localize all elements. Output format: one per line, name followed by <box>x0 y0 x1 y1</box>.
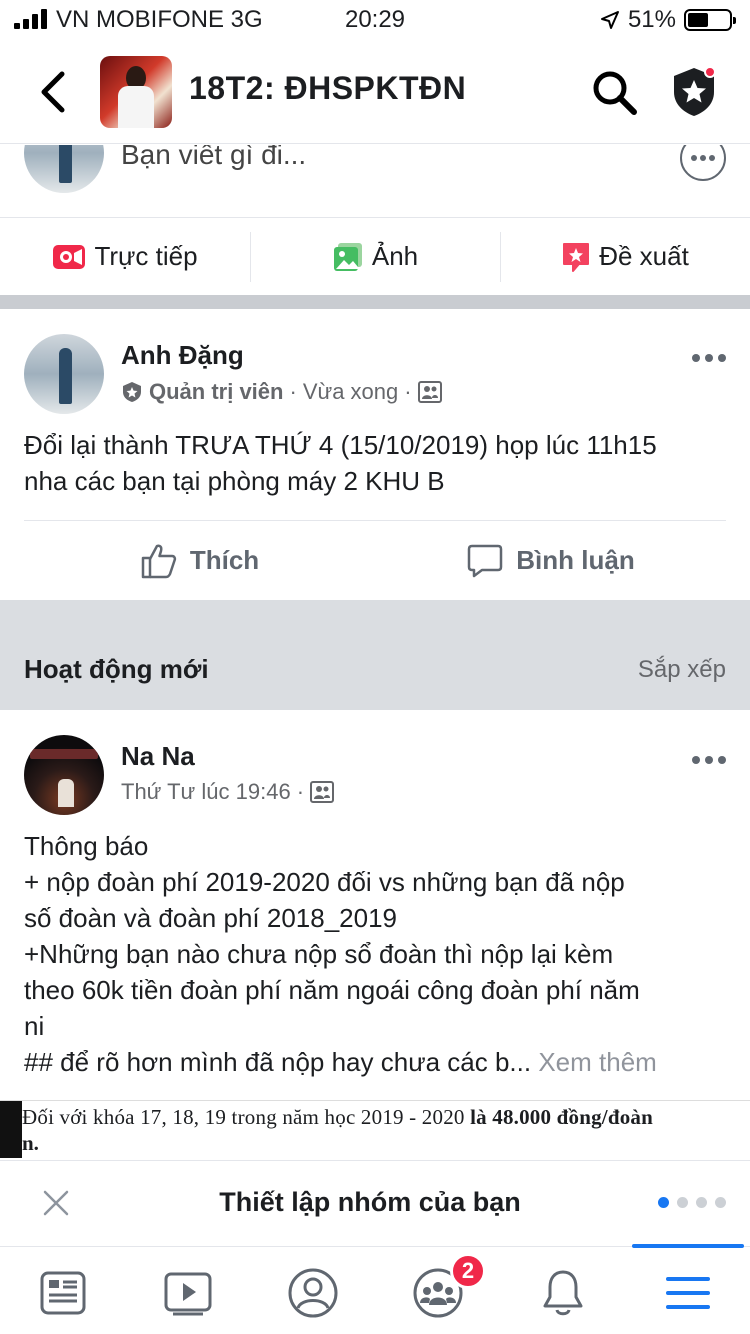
comment-button[interactable]: Bình luận <box>375 521 726 600</box>
notifications-icon <box>543 1270 583 1316</box>
attachment-line2: n. <box>22 1131 39 1155</box>
composer-input[interactable]: Bạn viết gì đi... <box>121 145 306 171</box>
recommendation-icon <box>563 242 590 272</box>
comment-label: Bình luận <box>516 545 635 575</box>
live-label: Trực tiếp <box>94 241 198 271</box>
post-text: Đổi lại thành TRƯA THỨ 4 (15/10/2019) họ… <box>24 430 657 496</box>
tab-groups[interactable]: 2 <box>408 1253 486 1321</box>
post-time[interactable]: Vừa xong <box>303 379 398 405</box>
watch-icon <box>164 1272 212 1316</box>
post-options-icon[interactable] <box>692 354 726 362</box>
like-button[interactable]: Thích <box>24 521 375 600</box>
location-arrow-icon <box>600 11 619 29</box>
group-audience-icon <box>310 781 335 803</box>
group-audience-icon <box>417 381 442 403</box>
group-header: 18T2: ĐHSPKTĐN <box>0 40 750 144</box>
avatar <box>24 145 104 193</box>
recommend-button[interactable]: Đề xuất <box>500 218 750 295</box>
truncated-text: ## để rõ hơn mình đã nộp hay chưa các b.… <box>24 1047 532 1077</box>
tab-news-feed[interactable] <box>33 1265 93 1321</box>
tab-bar: 2 <box>0 1244 750 1334</box>
tab-notifications[interactable] <box>533 1265 593 1321</box>
see-more-link[interactable]: Xem thêm <box>538 1047 657 1077</box>
live-button[interactable]: Trực tiếp <box>0 218 250 295</box>
group-avatar[interactable] <box>100 56 172 128</box>
active-tab-indicator <box>632 1244 744 1248</box>
menu-icon <box>666 1277 710 1309</box>
tab-menu[interactable] <box>658 1265 718 1321</box>
sort-button[interactable]: Sắp xếp <box>638 656 726 684</box>
post-author[interactable]: Anh Đặng <box>121 340 244 371</box>
battery-icon <box>684 9 736 31</box>
post-actions: Thích Bình luận <box>24 520 726 600</box>
section-title: Hoạt động mới <box>24 654 209 684</box>
profile-icon <box>288 1268 338 1318</box>
avatar[interactable] <box>24 735 104 815</box>
news-feed-icon <box>40 1271 86 1315</box>
post-time[interactable]: Thứ Tư lúc 19:46 <box>121 779 291 805</box>
post-meta: Quản trị viên · Vừa xong · <box>121 379 442 405</box>
notification-dot <box>704 66 716 78</box>
post-text: Thông báo + nộp đoàn phí 2019-2020 đối v… <box>24 831 657 1077</box>
tab-watch[interactable] <box>158 1265 218 1321</box>
attachment-bold: là 48.000 đồng/đoàn <box>470 1105 653 1129</box>
setup-title[interactable]: Thiết lập nhóm của bạn <box>0 1187 740 1218</box>
post-author[interactable]: Na Na <box>121 741 195 772</box>
comment-icon <box>468 544 503 577</box>
search-icon[interactable] <box>590 68 638 116</box>
composer-actions: Trực tiếp Ảnh Đề xuất <box>0 217 750 295</box>
attachment-text: Đối với khóa 17, 18, 19 trong năm học 20… <box>22 1105 465 1129</box>
page-indicator <box>658 1197 726 1208</box>
activity-section-header: Hoạt động mới Sắp xếp <box>0 600 750 710</box>
attachment-preview[interactable]: Đối với khóa 17, 18, 19 trong năm học 20… <box>0 1100 750 1158</box>
post-card: Anh Đặng Quản trị viên · Vừa xong · Đổi … <box>0 309 750 600</box>
post-card: Na Na Thứ Tư lúc 19:46 · Thông báo + nộp… <box>0 710 750 1160</box>
composer: Bạn viết gì đi... <box>0 145 750 217</box>
setup-banner[interactable]: Thiết lập nhóm của bạn <box>0 1160 750 1246</box>
like-icon <box>141 544 176 578</box>
group-title[interactable]: 18T2: ĐHSPKTĐN <box>189 70 466 107</box>
post-options-icon[interactable] <box>692 756 726 764</box>
meta-separator: · <box>404 379 412 404</box>
groups-badge: 2 <box>450 1253 486 1289</box>
photo-icon <box>333 242 362 271</box>
recommend-label: Đề xuất <box>599 241 689 271</box>
post-meta: Thứ Tư lúc 19:46 · <box>121 779 335 805</box>
admin-role: Quản trị viên <box>149 379 284 404</box>
meta-separator: · <box>296 779 305 804</box>
photo-label: Ảnh <box>371 241 419 271</box>
like-label: Thích <box>189 545 260 575</box>
divider <box>0 295 750 309</box>
avatar[interactable] <box>24 334 104 414</box>
photo-button[interactable]: Ảnh <box>250 218 500 295</box>
composer-more-icon[interactable] <box>680 145 726 181</box>
battery-percent: 51% <box>627 6 676 33</box>
back-icon[interactable] <box>34 68 74 116</box>
admin-badge-icon <box>123 382 141 402</box>
status-bar: VN MOBIFONE 3G 20:29 51% <box>0 0 750 40</box>
tab-profile[interactable] <box>283 1265 343 1321</box>
live-video-icon <box>53 244 86 269</box>
meta-separator: · <box>289 379 297 404</box>
